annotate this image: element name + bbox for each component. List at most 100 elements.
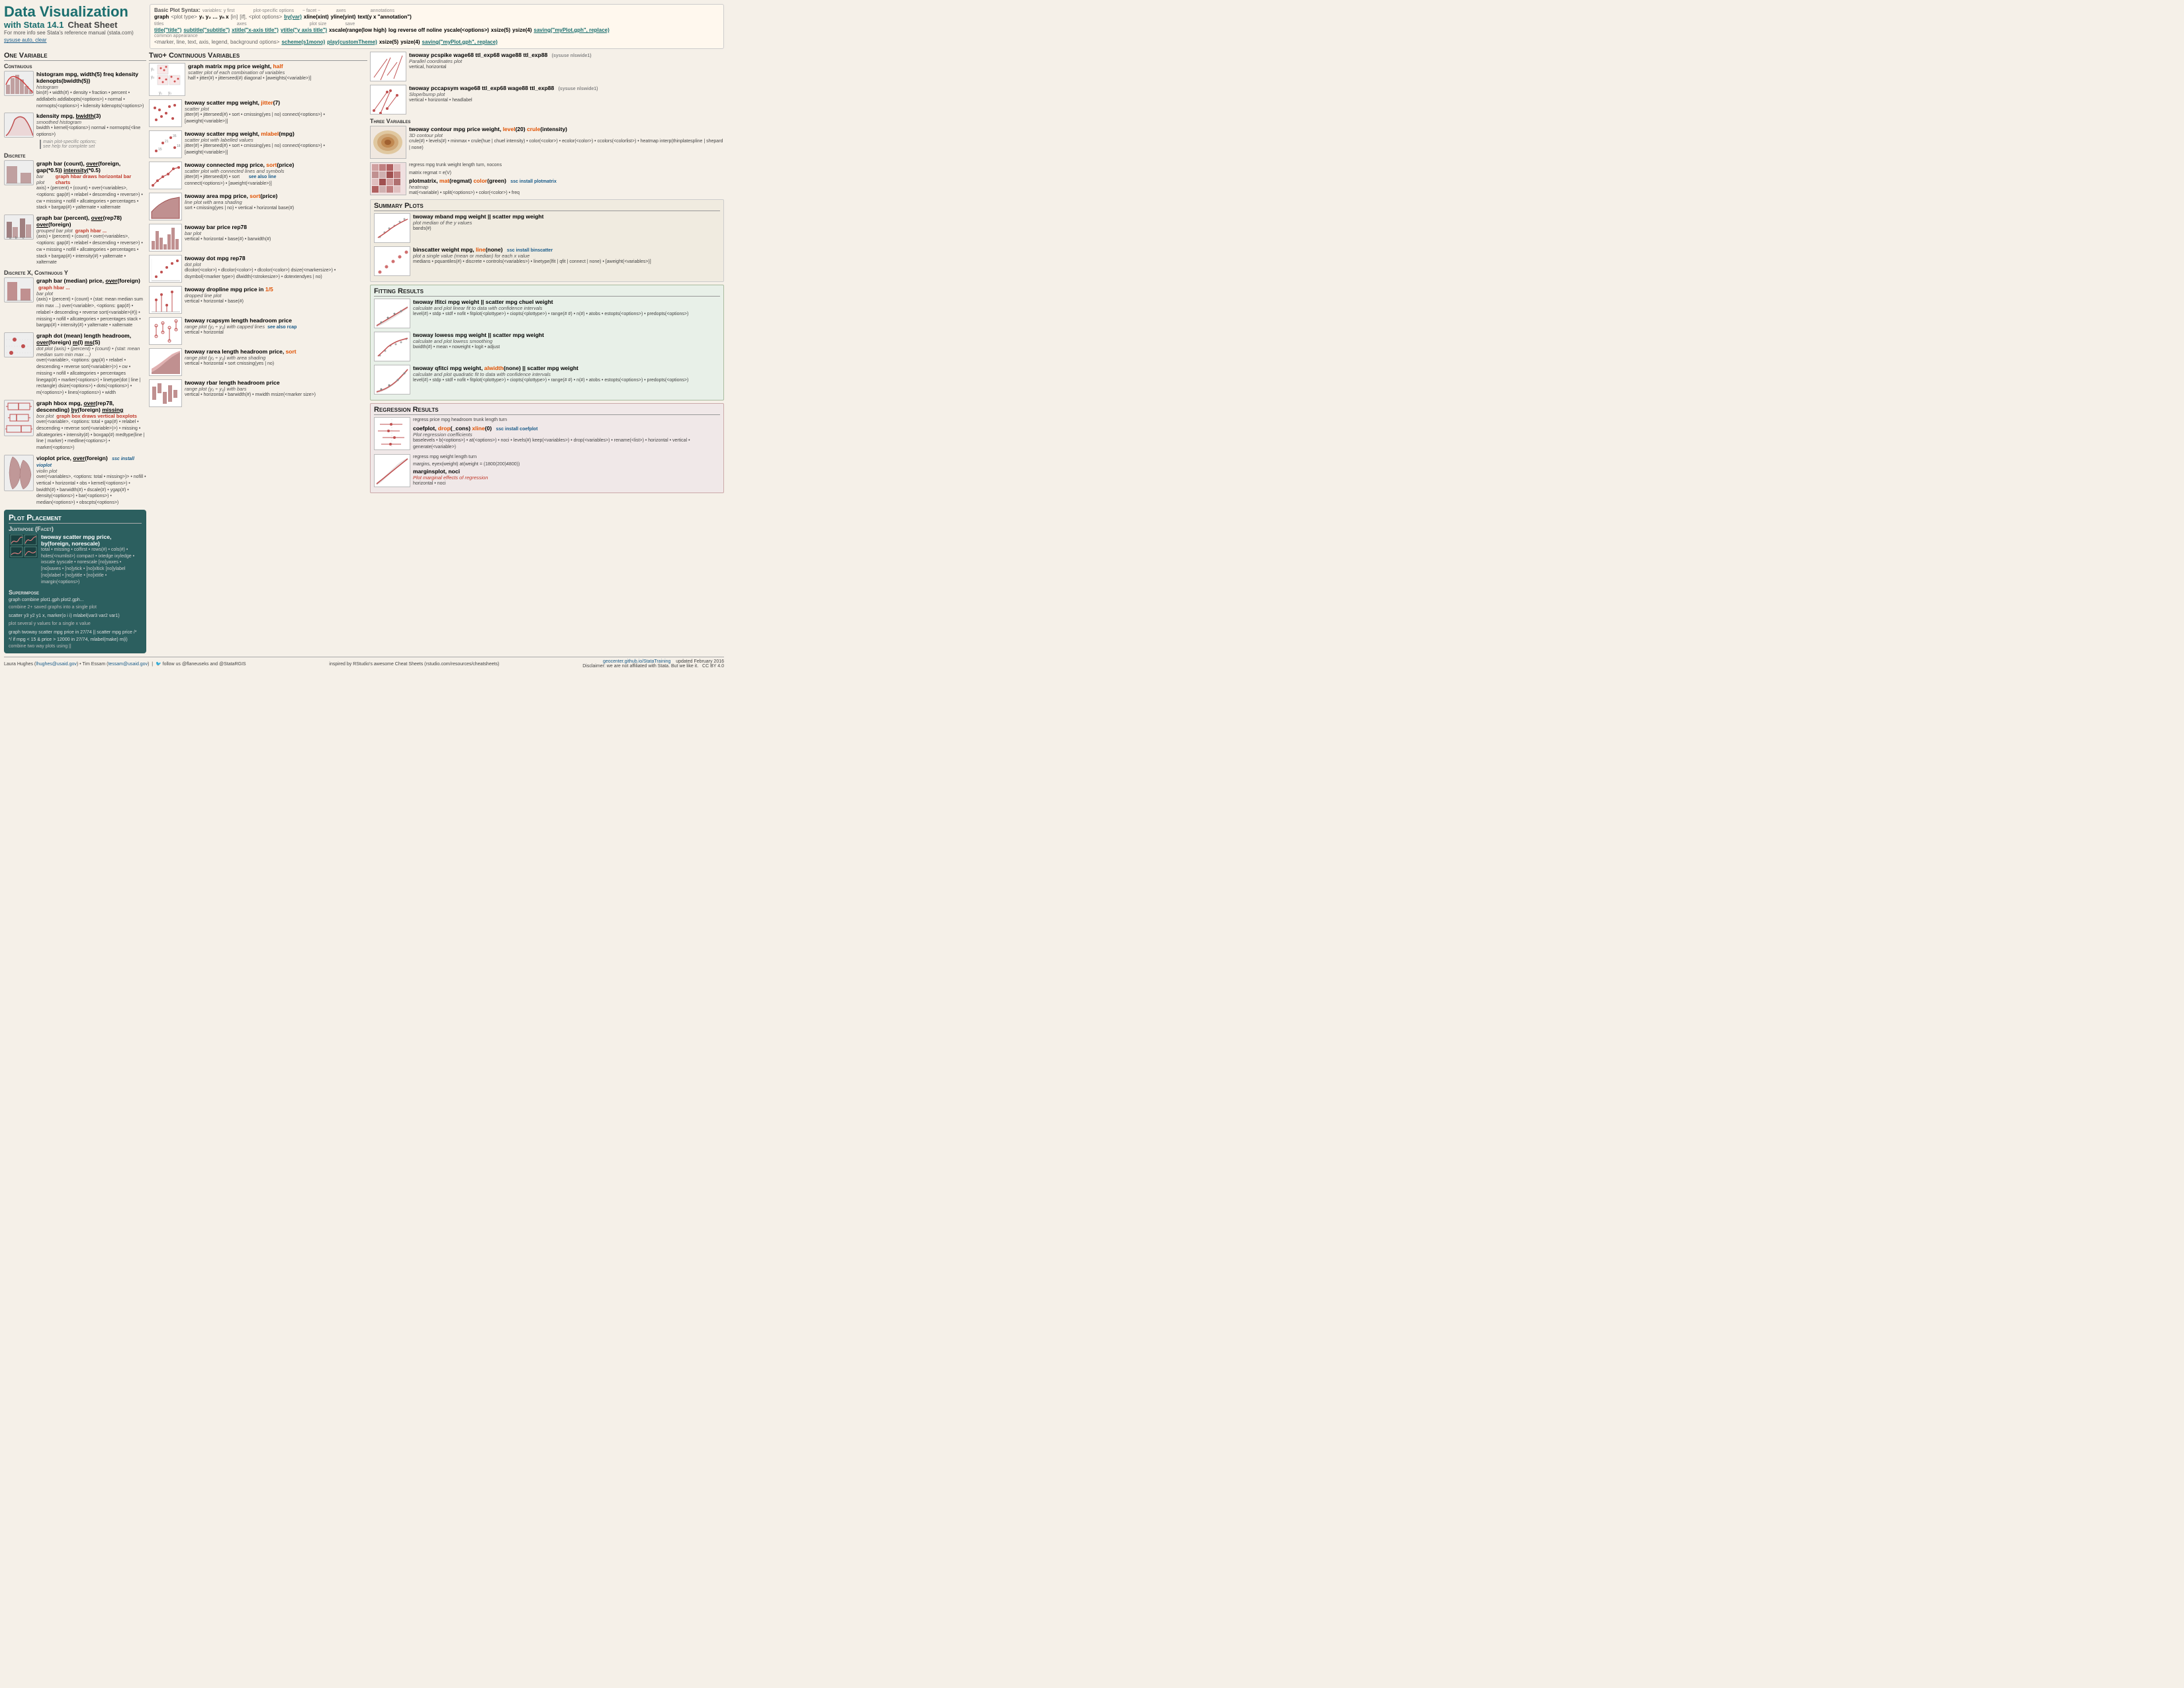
coefplot-svg	[375, 418, 410, 449]
discrete-header: Discrete	[4, 152, 146, 159]
coefplot-item: regress price mpg headroom trunk length …	[374, 417, 720, 450]
pcspike-item: twoway pcspike wage68 ttl_exp68 wage88 t…	[370, 52, 724, 81]
lowess-svg	[375, 332, 410, 361]
graph-dot-item: graph dot (mean) length headroom, over(f…	[4, 332, 146, 397]
plot-placement-box: Plot Placement Juxtapose (Facet)	[4, 510, 146, 653]
twoway-area-item: twoway area mpg price, sort(price) line …	[149, 193, 367, 220]
twoway-dot-svg	[150, 256, 181, 282]
histogram-content: histogram mpg, width(5) freq kdensity kd…	[36, 71, 146, 109]
twoway-rbar-item: twoway rbar length headroom price range …	[149, 379, 367, 407]
twoway-scatter-svg	[150, 100, 181, 126]
email1-link[interactable]: lhughes@usaid.gov	[36, 662, 77, 667]
twoway-area-thumb	[149, 193, 182, 220]
footer-right: geocenter.github.io/StataTraining update…	[582, 659, 724, 669]
marginsplot-item: regress mpg weight length turn margins, …	[374, 454, 720, 487]
hbox-thumb	[4, 400, 34, 436]
twoway-rbar-opts: vertical • horizontal • barwidth(#) • mw…	[185, 392, 367, 399]
three-vars-header: Three Variables	[370, 118, 724, 124]
kdensity-svg	[5, 113, 33, 137]
xsize2-cmd: xsize(5)	[379, 39, 398, 45]
graph-matrix-title: graph matrix mpg price weight, half	[188, 63, 367, 70]
pcspike-thumb	[370, 52, 406, 81]
twoway-rbar-content: twoway rbar length headroom price range …	[185, 379, 367, 399]
twoway-dot-item: twoway dot mpg rep78 dot plot dlcolor(<c…	[149, 255, 367, 283]
facet-thumb	[9, 534, 38, 559]
binscatter-opts: medians • pquantiles(#) • discrete • con…	[413, 259, 720, 265]
svg-text:y₁: y₁	[159, 91, 162, 95]
hbox-title: graph hbox mpg, over(rep78, descending) …	[36, 400, 146, 413]
text-cmd: text(y x "annotation")	[357, 14, 411, 20]
grouped-bar-content: graph bar (percent), over(rep78) over(fo…	[36, 214, 146, 266]
twoway-scatter-mlabel-thumb: 15 21 35 18	[149, 130, 182, 158]
twoway-scatter-title: twoway scatter mpg weight, jitter(7)	[185, 99, 367, 106]
marginsplot-svg	[375, 455, 410, 487]
ysize2-cmd: ysize(4)	[400, 39, 420, 45]
twoway-connected-title: twoway connected mpg price, sort(price)	[185, 162, 367, 168]
mband-thumb	[374, 213, 410, 243]
clear-link[interactable]: sysuse auto, clear	[4, 37, 144, 43]
graph-combine-cmd: graph combine plot1.gph plot2.gph...	[9, 597, 142, 604]
plotmatrix-svg	[371, 163, 406, 195]
twoway-area-svg	[150, 193, 181, 220]
vioplot-opts: over(<variables>, <options: total • miss…	[36, 474, 146, 506]
bar-median-content: graph bar (median) price, over(foreign) …	[36, 277, 146, 329]
facet-content: twoway scatter mpg price, by(foreign, no…	[41, 534, 142, 586]
plot-opts-bracket: <plot options>	[249, 14, 282, 20]
arrow-note: main plot-specific options;see help for …	[40, 140, 97, 149]
twoway-dropline-item: twoway dropline mpg price in 1/5 dropped…	[149, 286, 367, 314]
twoway-rbar-svg	[150, 380, 181, 406]
graph-matrix-subtitle: scatter plot of each combination of vari…	[188, 70, 367, 75]
histogram-item: histogram mpg, width(5) freq kdensity kd…	[4, 71, 146, 109]
twoway-scatter-content: twoway scatter mpg weight, jitter(7) sca…	[185, 99, 367, 125]
pccapsym-thumb	[370, 85, 406, 115]
axes-label-top: axes	[336, 9, 346, 13]
twoway-scatter-subtitle: scatter plot	[185, 106, 367, 112]
if-bracket: [if],	[240, 14, 247, 20]
in-bracket: [in]	[231, 14, 238, 20]
xline-cmd: xline(xint)	[304, 14, 329, 20]
histogram-title: histogram mpg, width(5) freq kdensity kd…	[36, 71, 146, 84]
qfitci-title: twoway qfitci mpg weight, alwidth(none) …	[413, 365, 720, 371]
col-mid: Two+ Continuous Variables y₁ y₂ y₁ y₂	[149, 52, 367, 653]
histogram-svg	[5, 71, 33, 95]
margins-cmd: margins, eyex(weight) at(weight = (1800(…	[413, 461, 720, 468]
plotmatrix-item: regress mpg trunk weight length turn, no…	[370, 162, 724, 196]
graph-matrix-opts: half • jitter(#) • jitterseed(#) diagona…	[188, 75, 367, 82]
graph-dot-content: graph dot (mean) length headroom, over(f…	[36, 332, 146, 397]
svg-text:y₂: y₂	[168, 91, 172, 95]
disclaimer-text: Disclaimer: we are not affiliated with S…	[582, 664, 698, 669]
geocenter-link[interactable]: geocenter.github.io/StataTraining	[603, 659, 670, 664]
qfitci-svg	[375, 365, 410, 394]
twoway-scatter-mlabel-opts: jitter(#) • jitterseed(#) • sort • cmiss…	[185, 143, 367, 156]
graph-matrix-item: y₁ y₂ y₁ y₂	[149, 63, 367, 96]
twoway-connected-thumb	[149, 162, 182, 189]
annotations-label-top: annotations	[371, 9, 394, 13]
twoway-dropline-subtitle: dropped line plot	[185, 293, 367, 299]
twoway-combine-sub: combine two way plots using ||	[9, 643, 142, 650]
xtitle-cmd: xtitle("x-axis title")	[232, 27, 279, 33]
lfitci-title: twoway lfitci mpg weight || scatter mpg …	[413, 299, 720, 305]
twoway-bar-item: twoway bar price rep78 bar plot vertical…	[149, 224, 367, 252]
twoway-rarea-svg	[150, 349, 181, 375]
graph-dot-title: graph dot (mean) length headroom, over(f…	[36, 332, 146, 346]
page-title: Data Visualization	[4, 4, 144, 20]
twoway-bar-opts: vertical • horizontal • base(#) • barwid…	[185, 236, 367, 243]
scheme-cmd: scheme(s1mono)	[281, 39, 325, 45]
twoway-area-title: twoway area mpg price, sort(price)	[185, 193, 367, 199]
twoway-connected-content: twoway connected mpg price, sort(price) …	[185, 162, 367, 187]
subtitle-cheatsheet: Cheat Sheet	[68, 20, 117, 30]
marginsplot-title: marginsplot, noci	[413, 468, 720, 475]
subtitle-cmd: subtitle("subtitle")	[183, 27, 230, 33]
yline-cmd: yline(yint)	[331, 14, 356, 20]
lfitci-svg	[375, 299, 410, 328]
xsize-cmd: xsize(5)	[491, 27, 510, 33]
twoway-rcapsym-subtitle: range plot (y₁ ÷ y₂) with capped lines	[185, 324, 265, 330]
kdensity-item: kdensity mpg, bwidth(3) smoothed histogr…	[4, 113, 146, 149]
contour-item: twoway contour mpg price weight, level(2…	[370, 126, 724, 159]
inspired-text: inspired by RStudio's awesome Cheat Shee…	[329, 662, 499, 667]
email2-link[interactable]: tessam@usaid.gov	[108, 662, 148, 667]
continuous-header: Continuous	[4, 63, 146, 70]
summary-plots-section: Summary Plots	[370, 199, 724, 282]
twoway-connected-subtitle: scatter plot with connected lines and sy…	[185, 168, 367, 174]
binscatter-svg	[375, 247, 410, 275]
